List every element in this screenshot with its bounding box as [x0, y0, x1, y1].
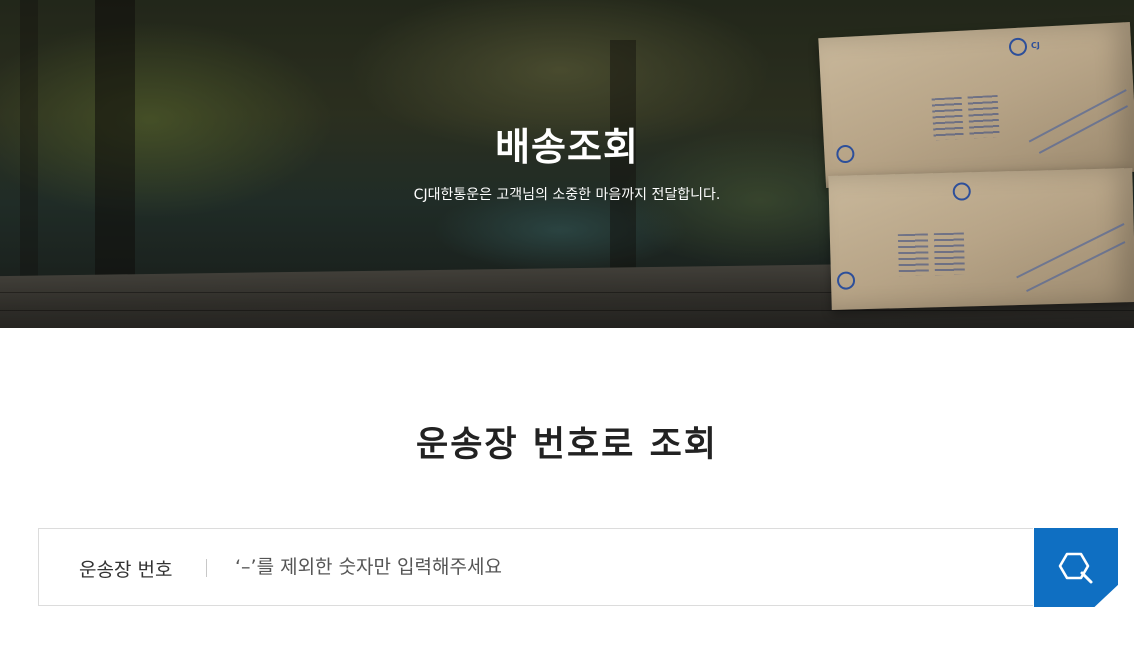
tracking-section-title: 운송장 번호로 조회 [416, 425, 718, 465]
hero-banner: CJ 배송조회 CJ대한통운은 고객님의 소중한 마음까지 전달합니다. [0, 0, 1134, 328]
search-button[interactable] [1034, 528, 1118, 607]
page-title: 배송조회 [495, 125, 639, 169]
tracking-search-form: 운송장 번호 [38, 528, 1033, 606]
cj-logo-icon [836, 271, 856, 290]
search-icon [1058, 552, 1093, 584]
tracking-field-label: 운송장 번호 [79, 559, 173, 581]
field-divider [206, 559, 207, 577]
tracking-number-input[interactable] [235, 547, 1015, 587]
cj-logo-icon [1008, 37, 1028, 57]
page-subtitle: CJ대한통운은 고객님의 소중한 마음까지 전달합니다. [413, 187, 721, 203]
